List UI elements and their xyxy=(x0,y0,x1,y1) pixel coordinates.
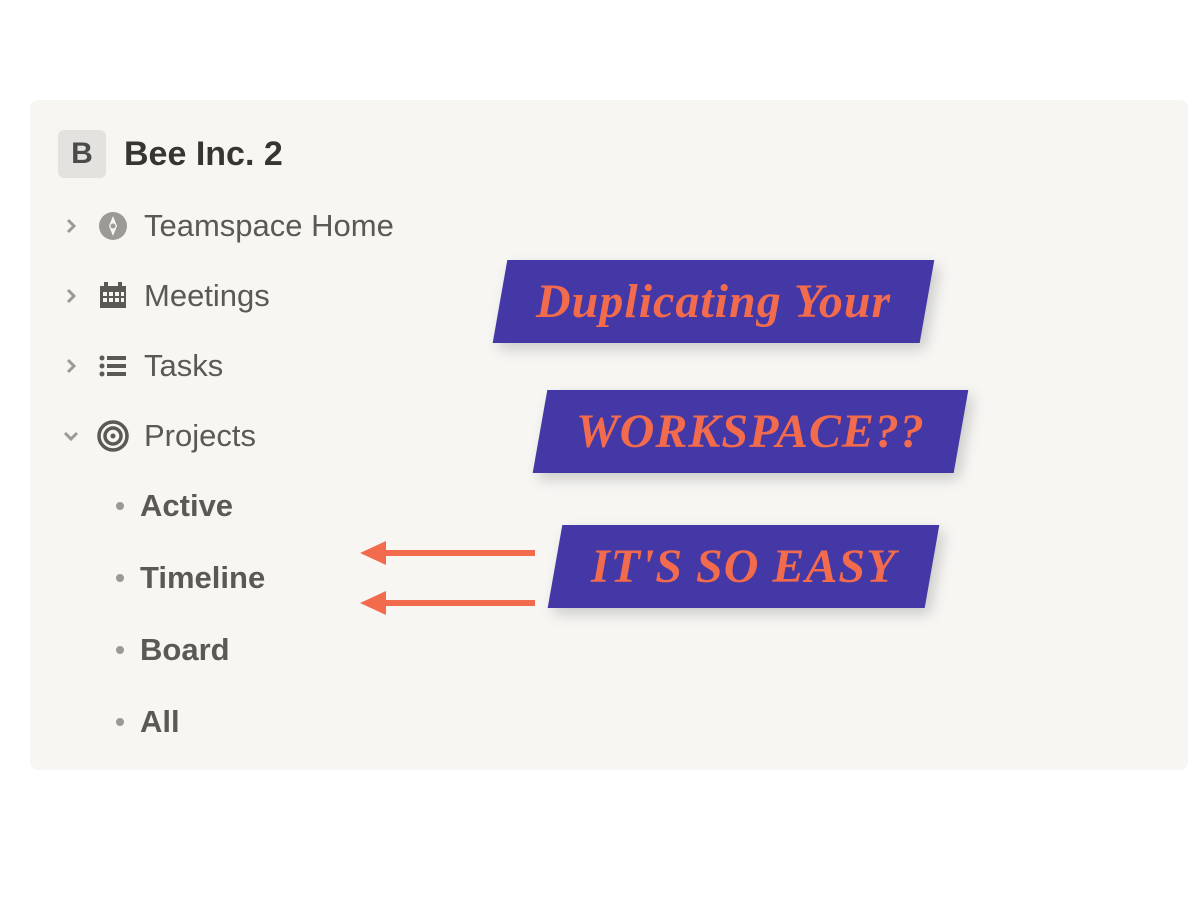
sidebar-subitem-label: All xyxy=(140,704,180,740)
chevron-right-icon[interactable] xyxy=(60,285,82,307)
bullet-icon xyxy=(116,574,124,582)
chevron-right-icon[interactable] xyxy=(60,215,82,237)
sidebar-subitem-active[interactable]: Active xyxy=(114,484,1160,528)
list-icon xyxy=(96,349,130,383)
workspace-icon-letter: B xyxy=(71,137,93,171)
sidebar-item-label: Teamspace Home xyxy=(144,208,394,244)
sidebar-item-projects[interactable]: Projects xyxy=(58,414,1160,458)
sidebar-item-meetings[interactable]: Meetings xyxy=(58,274,1160,318)
sidebar-item-label: Projects xyxy=(144,418,256,454)
sidebar-subitem-label: Active xyxy=(140,488,233,524)
bullet-icon xyxy=(116,718,124,726)
sidebar-item-label: Tasks xyxy=(144,348,223,384)
bullet-icon xyxy=(116,502,124,510)
sidebar-subitem-label: Timeline xyxy=(140,560,265,596)
chevron-down-icon[interactable] xyxy=(60,425,82,447)
workspace-icon: B xyxy=(58,130,106,178)
target-icon xyxy=(96,419,130,453)
compass-icon xyxy=(96,209,130,243)
sidebar-item-label: Meetings xyxy=(144,278,270,314)
workspace-name: Bee Inc. 2 xyxy=(124,135,283,174)
sidebar-item-teamspace-home[interactable]: Teamspace Home xyxy=(58,204,1160,248)
sidebar-subitem-board[interactable]: Board xyxy=(114,628,1160,672)
sidebar-item-tasks[interactable]: Tasks xyxy=(58,344,1160,388)
sidebar-subitem-timeline[interactable]: Timeline xyxy=(114,556,1160,600)
calendar-icon xyxy=(96,279,130,313)
sidebar-panel: B Bee Inc. 2 Teamspace Home xyxy=(30,100,1188,770)
workspace-switcher[interactable]: B Bee Inc. 2 xyxy=(58,130,1160,178)
chevron-right-icon[interactable] xyxy=(60,355,82,377)
sidebar-subitem-all[interactable]: All xyxy=(114,700,1160,744)
bullet-icon xyxy=(116,646,124,654)
sidebar-subitem-label: Board xyxy=(140,632,230,668)
